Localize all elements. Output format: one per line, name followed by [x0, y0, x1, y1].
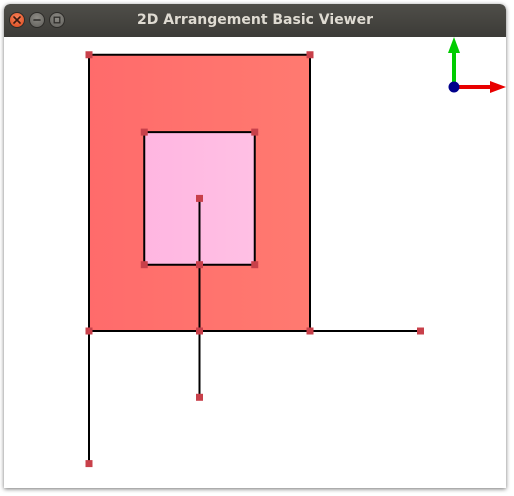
vertex-v12[interactable] — [417, 327, 424, 335]
close-button[interactable] — [9, 12, 25, 28]
vertex-v13[interactable] — [85, 460, 93, 468]
vertex-v7[interactable] — [140, 128, 148, 136]
vertex-v4[interactable] — [140, 261, 148, 269]
arrangement-canvas[interactable] — [4, 37, 506, 488]
vertex-v10[interactable] — [196, 327, 203, 335]
axes-indicator — [448, 37, 506, 93]
vertex-v9[interactable] — [196, 261, 203, 269]
maximize-icon — [53, 16, 61, 24]
vertex-v3[interactable] — [85, 51, 93, 59]
viewer-window: 2D Arrangement Basic Viewer — [4, 4, 506, 488]
vertex-v2[interactable] — [306, 51, 314, 59]
minimize-button[interactable] — [29, 12, 45, 28]
window-title: 2D Arrangement Basic Viewer — [136, 12, 374, 28]
vertex-v0[interactable] — [85, 327, 93, 335]
title-bar[interactable]: 2D Arrangement Basic Viewer — [4, 4, 506, 37]
vertex-v1[interactable] — [306, 327, 314, 335]
axis-y-arrow-icon — [448, 37, 460, 53]
minimize-icon — [33, 19, 41, 21]
arrangement-viewport[interactable] — [4, 37, 506, 488]
axis-origin-icon — [448, 81, 460, 93]
close-icon — [13, 16, 21, 24]
maximize-button[interactable] — [49, 12, 65, 28]
vertex-v11[interactable] — [196, 393, 203, 401]
vertex-v8[interactable] — [196, 194, 203, 202]
vertex-v6[interactable] — [251, 128, 259, 136]
vertex-v5[interactable] — [251, 261, 259, 269]
axis-x-arrow-icon — [490, 81, 506, 93]
